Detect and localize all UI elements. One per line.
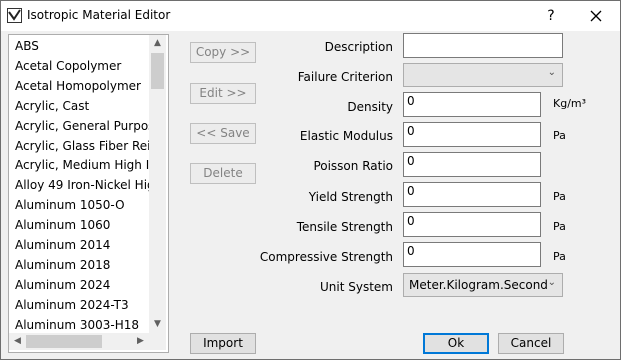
compressive-strength-label: Compressive Strength xyxy=(259,250,393,264)
tensile-strength-field[interactable]: 0 xyxy=(403,212,541,237)
list-item[interactable]: Aluminum 2014 xyxy=(15,235,110,255)
scroll-left-icon[interactable]: ◀ xyxy=(9,333,26,350)
horizontal-scroll-thumb[interactable] xyxy=(26,335,102,348)
elastic-modulus-field[interactable]: 0 xyxy=(403,122,541,147)
scroll-up-icon[interactable]: ▲ xyxy=(149,35,166,52)
material-list[interactable]: ABS Acetal Copolymer Acetal Homopolymer Acr… xyxy=(8,34,169,353)
unit-system-value: Meter.Kilogram.Second xyxy=(409,278,548,292)
list-item[interactable]: Acrylic, General Purpose, xyxy=(15,116,149,136)
poisson-ratio-field[interactable]: 0 xyxy=(403,152,541,177)
window-title: Isotropic Material Editor xyxy=(27,8,171,22)
list-item[interactable]: Aluminum 2024-T3 xyxy=(15,295,129,315)
compressive-strength-field[interactable]: 0 xyxy=(403,242,541,267)
scroll-down-icon[interactable]: ▼ xyxy=(149,316,166,333)
density-unit: Kg/m³ xyxy=(553,97,587,110)
chevron-down-icon: ⌄ xyxy=(547,277,556,288)
close-icon xyxy=(590,10,602,22)
list-item[interactable]: Aluminum 3003-H18 xyxy=(15,315,139,333)
ok-button[interactable]: Ok xyxy=(423,333,489,354)
list-item[interactable]: ABS xyxy=(15,36,39,56)
failure-criterion-select[interactable]: ⌄ xyxy=(403,63,563,87)
yield-strength-field[interactable]: 0 xyxy=(403,182,541,207)
density-field[interactable]: 0 xyxy=(403,92,541,117)
list-item[interactable]: Alloy 49 Iron-Nickel High xyxy=(15,175,149,195)
horizontal-scrollbar[interactable]: ◀ ▶ xyxy=(9,333,149,350)
list-item[interactable]: Acrylic, Cast xyxy=(15,96,89,116)
import-button[interactable]: Import xyxy=(190,333,256,354)
close-button[interactable] xyxy=(583,5,609,27)
tensile-strength-unit: Pa xyxy=(553,220,566,233)
list-item[interactable]: Aluminum 1050-O xyxy=(15,195,125,215)
title-bar: Isotropic Material Editor ? xyxy=(1,1,620,31)
scroll-right-icon[interactable]: ▶ xyxy=(132,333,149,350)
description-field[interactable] xyxy=(403,33,563,58)
vertical-scrollbar[interactable]: ▲ ▼ xyxy=(149,35,166,333)
list-item[interactable]: Acetal Copolymer xyxy=(15,56,121,76)
elastic-modulus-label: Elastic Modulus xyxy=(299,129,393,143)
description-label: Description xyxy=(324,40,393,54)
list-item[interactable]: Aluminum 2018 xyxy=(15,255,110,275)
compressive-strength-unit: Pa xyxy=(553,250,566,263)
tensile-strength-label: Tensile Strength xyxy=(296,220,393,234)
elastic-modulus-unit: Pa xyxy=(553,129,566,142)
chevron-down-icon: ⌄ xyxy=(547,67,556,78)
yield-strength-unit: Pa xyxy=(553,190,566,203)
failure-criterion-label: Failure Criterion xyxy=(297,70,393,84)
density-label: Density xyxy=(347,100,393,114)
unit-system-select[interactable]: Meter.Kilogram.Second ⌄ xyxy=(403,273,563,297)
yield-strength-label: Yield Strength xyxy=(308,190,393,204)
unit-system-label: Unit System xyxy=(320,280,393,294)
poisson-ratio-label: Poisson Ratio xyxy=(313,159,393,173)
vertical-scroll-thumb[interactable] xyxy=(151,53,164,89)
material-editor-dialog: Isotropic Material Editor ? ABS Acetal Co… xyxy=(0,0,621,360)
material-list-items: ABS Acetal Copolymer Acetal Homopolymer Acr… xyxy=(9,35,149,333)
help-button[interactable]: ? xyxy=(541,5,561,27)
list-item[interactable]: Aluminum 1060 xyxy=(15,215,110,235)
cancel-button[interactable]: Cancel xyxy=(498,333,564,354)
list-item[interactable]: Acrylic, Medium High Imp xyxy=(15,155,149,175)
app-icon xyxy=(7,8,22,23)
list-item[interactable]: Aluminum 2024 xyxy=(15,275,110,295)
list-item[interactable]: Acetal Homopolymer xyxy=(15,76,141,96)
list-item[interactable]: Acrylic, Glass Fiber Reinfo xyxy=(15,136,149,156)
scrollbar-corner xyxy=(149,333,166,350)
